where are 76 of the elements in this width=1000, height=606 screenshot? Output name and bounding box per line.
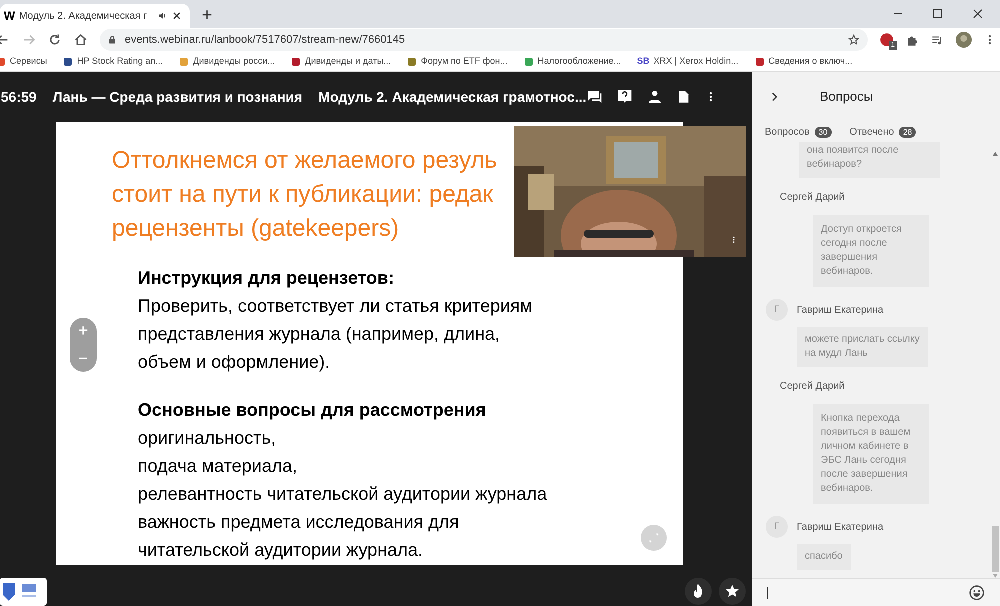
slide-text-line: оригинальность, [138,427,276,450]
back-icon[interactable] [0,33,10,47]
slide-text-line: читательской аудитории журнала. [138,539,424,562]
bookmark-link[interactable]: Сведения о включ... [768,54,853,68]
slide-title-line: Оттолкнемся от желаемого резуль [112,146,498,176]
playlist-icon[interactable] [931,34,944,46]
tab-title: Модуль 2. Академическая г [19,10,148,24]
slide-text-line: подача материала, [138,455,298,478]
scrollbar-thumb[interactable] [992,526,999,572]
maximize-icon[interactable] [932,8,944,20]
bookmark-favicon-icon [524,56,534,66]
fire-button[interactable] [685,578,712,605]
message-bubble: спасибо [797,544,851,570]
organizer-title: Лань — Среда развития и познания [52,88,303,107]
bookmark-favicon-icon [754,56,765,66]
message-bubble: Доступ откроется сегодня после завершения вебинаров. [813,215,929,287]
star-button[interactable] [719,578,746,605]
bookmark-favicon-icon [179,56,190,66]
document-icon[interactable] [676,89,691,105]
slide-text-line: релевантность читательской аудитории журнала [138,483,548,506]
slide-title-line: стоит на пути к публикации: редак [112,180,494,210]
count-badge: 30 [814,126,832,138]
bookmark-link[interactable]: Налогообложение... [538,54,622,68]
bookmark-favicon-icon [291,56,302,66]
chat-icon[interactable] [586,89,603,105]
slide-text-line: Проверить, соответствует ли статья критериям [138,295,533,318]
message-bubble: Кнопка перехода появиться в вашем личном кабинете в ЭБС Лань сегодня после завершения вебинаров. [813,404,929,504]
slide-text-line: представления журнала (например, длина, [138,323,500,346]
panel-title: Вопросы [820,88,874,106]
count-badge: 28 [899,126,916,138]
author-name: Сергей Дарий [780,191,846,205]
site-logo: W [4,8,16,25]
event-title: Модуль 2. Академическая грамотнос... [318,88,587,107]
avatar: Г [766,516,788,538]
avatar: Г [766,299,788,321]
url-text: events.webinar.ru/lanbook/7517607/stream-new/7660145 [125,32,406,48]
bookmark-link[interactable]: Дивиденды и даты... [305,54,392,68]
emoji-icon[interactable] [969,584,985,600]
browser-tab[interactable]: W Модуль 2. Академическая г [0,4,190,28]
bookmark-link[interactable]: Сервисы [10,54,48,68]
bookmark-icon-label: SB [637,54,650,68]
message-bubble: она появится после вебинаров? [799,142,940,178]
close-icon[interactable] [172,11,182,21]
bookmark-favicon-icon [407,56,418,66]
slide-heading: Инструкция для рецензетов: [138,267,394,290]
profile-avatar-icon[interactable] [956,32,972,48]
author-name: Гавриш Екатерина [797,304,884,318]
close-icon[interactable] [972,8,984,20]
person-icon[interactable] [646,89,663,105]
lock-icon[interactable] [108,35,117,45]
scroll-up-icon[interactable] [993,152,998,156]
author-name: Сергей Дарий [780,380,846,394]
reload-icon[interactable] [48,33,62,47]
bookmark-favicon-icon [63,56,74,66]
tab[interactable]: Отвечено [850,124,894,140]
star-icon[interactable] [848,34,860,46]
author-name: Гавриш Екатерина [797,520,884,534]
home-icon[interactable] [74,33,88,47]
bookmark-link[interactable]: Форум по ETF фон... [421,54,508,68]
address-field[interactable]: events.webinar.ru/lanbook/7517607/stream-new/7660145 [100,29,868,51]
message-bubble: можете прислать ссылку на мудл Лань [797,327,928,367]
chevron-right-icon[interactable] [770,91,780,103]
question-icon[interactable] [616,89,633,105]
bookmark-link[interactable]: XRX | Xerox Holdin... [654,54,739,68]
slide-text-line: важность предмета исследования для [138,511,460,534]
slide-title-line: рецензенты (gatekeepers) [112,214,400,244]
new-tab-button[interactable]: + [202,6,213,24]
slide-text-line: объем и оформление). [138,351,330,374]
puzzle-icon[interactable] [906,34,919,46]
bookmark-link[interactable]: HP Stock Rating an... [77,54,164,68]
speaker-icon[interactable] [158,11,168,21]
extension-icon[interactable] [880,33,894,47]
tab[interactable]: Вопросов [765,124,810,140]
slide-heading: Основные вопросы для рассмотрения [138,399,486,422]
bookmark-link[interactable]: Дивиденды росси... [193,54,276,68]
timer: 56:59 [1,88,37,106]
